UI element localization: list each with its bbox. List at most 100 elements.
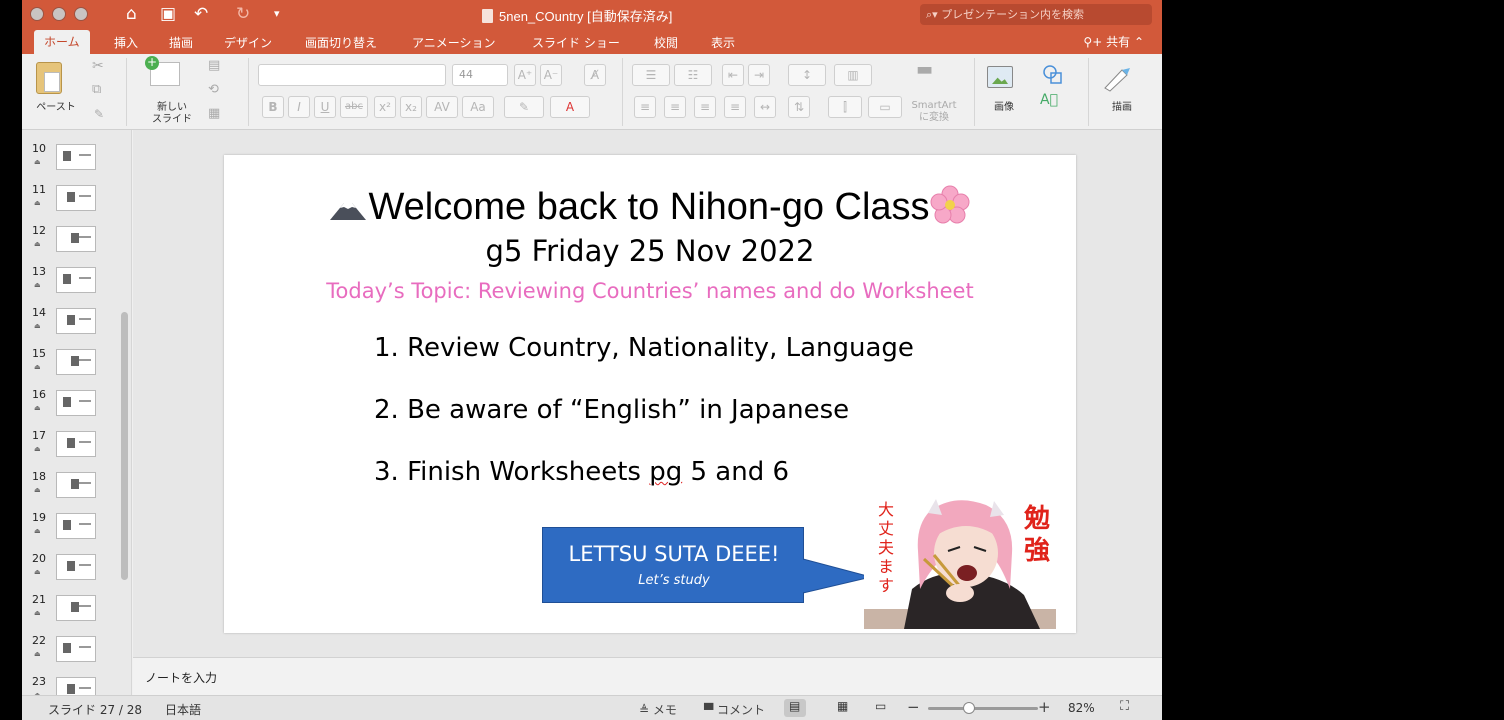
change-case-button[interactable]: Aa [462,96,494,118]
underline-button[interactable]: U [314,96,336,118]
slide-thumbnail[interactable] [56,472,96,498]
slide-thumbnail[interactable] [56,349,96,375]
text-direction-button[interactable]: ⇅ [788,96,810,118]
decrease-font-button[interactable]: A⁻ [540,64,562,86]
tab-design[interactable]: デザイン [224,34,272,52]
shapes-icon[interactable] [1042,64,1064,86]
reset-icon[interactable]: ⟲ [208,83,219,96]
notes-pane[interactable]: ノートを入力 [133,657,1162,695]
customize-toolbar-icon[interactable]: ▾ [274,3,280,25]
align-text-button[interactable]: ⫿ [828,96,862,118]
tab-review[interactable]: 校閲 [654,34,678,52]
strikethrough-button[interactable]: abc [340,96,368,118]
slide-thumbnail[interactable] [56,431,96,457]
language-indicator[interactable]: 日本語 [165,701,201,718]
highlight-button[interactable]: ✎ [504,96,544,118]
search-input[interactable]: ⌕▾ プレゼンテーション内を検索 [920,4,1152,25]
slide-thumbnail[interactable] [56,677,96,695]
slide-thumbnail[interactable] [56,226,96,252]
anime-study-sticker[interactable]: 大丈夫ます 勉強 [864,493,1056,629]
zoom-in-button[interactable]: + [1038,698,1051,716]
format-painter-icon[interactable]: ✎ [94,108,104,120]
slide-thumbnail[interactable] [56,308,96,334]
slide-thumbnail[interactable] [56,185,96,211]
slide-title[interactable]: Welcome back to Nihon-go Class [224,185,1076,229]
slide-thumbnail[interactable] [56,390,96,416]
cut-icon[interactable]: ✂ [92,59,104,73]
smartart-icon[interactable]: ▬ [916,61,933,79]
scrollbar-thumb[interactable] [121,312,128,580]
zoom-slider-knob[interactable] [963,702,975,714]
justify-button[interactable]: ≡ [724,96,746,118]
slide-subtitle[interactable]: g5 Friday 25 Nov 2022 [224,233,1076,269]
normal-view-button[interactable]: ▤ [784,699,806,717]
slide-topic[interactable]: Today’s Topic: Reviewing Countries’ name… [224,277,1076,305]
paste-icon[interactable] [36,62,62,94]
distributed-button[interactable]: ↔ [754,96,776,118]
clear-format-button[interactable]: A̸ [584,64,606,86]
textbox-icon[interactable]: A⃞ [1040,93,1058,107]
home-icon[interactable]: ⌂ [126,3,137,25]
comments-toggle[interactable]: ▀ コメント [704,701,765,718]
text-box-options-button[interactable]: ▭ [868,96,902,118]
slide-thumbnail[interactable] [56,144,96,170]
current-slide[interactable]: Welcome back to Nihon-go Class g5 Friday… [224,155,1076,633]
slide-thumbnail[interactable] [56,267,96,293]
increase-indent-button[interactable]: ⇥ [748,64,770,86]
tab-animations[interactable]: アニメーション [412,34,496,52]
zoom-slider-track[interactable] [928,707,1038,710]
collapse-ribbon-icon[interactable]: ⌃ [1134,35,1144,49]
slide-thumbnail[interactable] [56,636,96,662]
slide-thumbnail[interactable] [56,513,96,539]
font-family-select[interactable] [258,64,446,86]
tab-home[interactable]: ホーム [34,30,90,54]
align-center-button[interactable]: ≡ [664,96,686,118]
notes-toggle[interactable]: ≜ メモ [639,701,677,718]
decrease-indent-button[interactable]: ⇤ [722,64,744,86]
slide-thumbnail[interactable] [56,595,96,621]
align-left-button[interactable]: ≡ [634,96,656,118]
section-icon[interactable]: ▦ [208,107,220,120]
pen-icon[interactable] [1102,64,1132,92]
align-right-button[interactable]: ≡ [694,96,716,118]
tab-transitions[interactable]: 画面切り替え [305,34,377,52]
speech-callout[interactable]: LETTSU SUTA DEEE! Let’s study [542,527,804,603]
italic-button[interactable]: I [288,96,310,118]
undo-icon[interactable]: ↶ [194,3,208,25]
layout-icon[interactable]: ▤ [208,59,220,72]
share-button[interactable]: ⚲+ 共有 ⌃ [1083,33,1144,50]
copy-icon[interactable]: ⧉ [92,83,101,96]
zoom-window-button[interactable] [74,7,88,21]
char-spacing-button[interactable]: AV [426,96,458,118]
redo-icon[interactable]: ↻ [236,3,250,25]
bold-button[interactable]: B [262,96,284,118]
slide-sorter-button[interactable]: ▦ [832,699,854,717]
increase-font-button[interactable]: A⁺ [514,64,536,86]
font-color-button[interactable]: A [550,96,590,118]
subscript-button[interactable]: x₂ [400,96,422,118]
superscript-button[interactable]: x² [374,96,396,118]
columns-button[interactable]: ▥ [834,64,872,86]
tab-insert[interactable]: 挿入 [114,34,138,52]
agenda-item-3[interactable]: 3. Finish Worksheets pg 5 and 6 [374,455,789,489]
font-size-select[interactable]: 44 [452,64,508,86]
minimize-window-button[interactable] [52,7,66,21]
tab-slideshow[interactable]: スライド ショー [532,34,620,52]
numbering-button[interactable]: ☷ [674,64,712,86]
line-spacing-button[interactable]: ↕ [788,64,826,86]
spellcheck-flagged-word[interactable]: pg [649,457,682,487]
tab-draw[interactable]: 描画 [169,34,193,52]
bullets-button[interactable]: ☰ [632,64,670,86]
tab-view[interactable]: 表示 [711,34,735,52]
save-icon[interactable]: ▣ [160,3,176,25]
zoom-level[interactable]: 82% [1068,701,1095,715]
image-icon[interactable] [987,66,1013,88]
agenda-item-2[interactable]: 2. Be aware of “English” in Japanese [374,393,849,427]
close-window-button[interactable] [30,7,44,21]
fit-to-window-icon[interactable]: ⛶ [1120,699,1129,714]
zoom-out-button[interactable]: − [907,698,920,716]
presenter-view-button[interactable]: ▭ [870,699,892,717]
slide-thumbnail[interactable] [56,554,96,580]
agenda-item-1[interactable]: 1. Review Country, Nationality, Language [374,331,914,365]
new-slide-icon[interactable] [145,56,180,86]
